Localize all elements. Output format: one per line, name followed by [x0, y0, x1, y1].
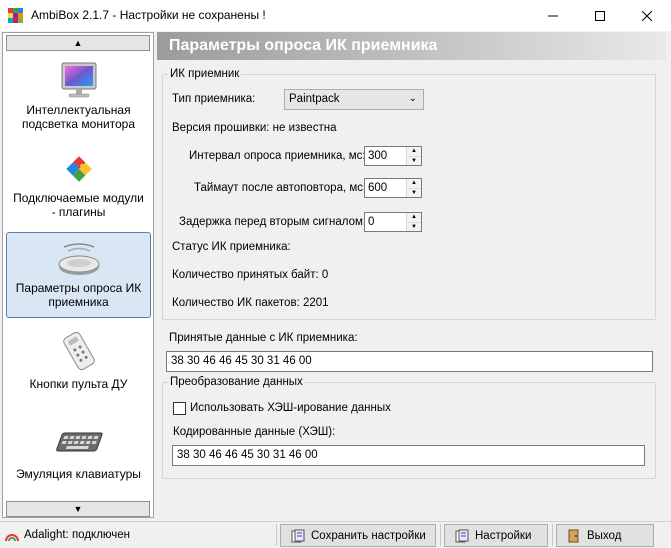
status-separator [440, 524, 441, 546]
save-settings-label: Сохранить настройки [311, 529, 426, 542]
spin-down-icon[interactable]: ▼ [407, 188, 421, 197]
sidebar-item-plugins[interactable]: Подключаемые модули - плагины [6, 143, 151, 229]
ir-receiver-icon [58, 243, 99, 275]
settings-icon [455, 529, 469, 543]
window-title: AmbiBox 2.1.7 - Настройки не сохранены ! [31, 8, 266, 22]
minimize-icon [548, 15, 558, 16]
save-settings-icon [291, 529, 305, 543]
close-icon [642, 10, 652, 21]
spin-up-icon[interactable]: ▲ [407, 179, 421, 188]
second-signal-delay-label: Задержка перед вторым сигналом: [179, 216, 367, 228]
received-data-value: 38 30 46 46 45 30 31 46 00 [171, 355, 312, 367]
data-transform-group-legend: Преобразование данных [170, 376, 303, 388]
sidebar-item-remote-buttons[interactable]: Кнопки пульта ДУ [6, 325, 151, 411]
arrow-down-icon: ▼ [73, 504, 83, 514]
keyboard-icon [55, 432, 103, 452]
page-title: Параметры опроса ИК приемника [169, 37, 438, 54]
encoded-data-field[interactable]: 38 30 46 46 45 30 31 46 00 [172, 445, 645, 466]
receiver-type-label: Тип приемника: [172, 93, 256, 105]
second-signal-delay-value: 0 [368, 216, 375, 228]
sidebar-scroll-down-button[interactable]: ▼ [6, 501, 150, 517]
sidebar-item-label: Параметры опроса ИК приемника [15, 281, 142, 309]
status-text: Adalight: подключен [24, 529, 131, 541]
sidebar-scroll-up-button[interactable]: ▲ [6, 35, 150, 51]
receiver-type-select[interactable]: Paintpack ⌄ [284, 89, 424, 110]
spin-up-icon[interactable]: ▲ [407, 213, 421, 222]
encoded-data-value: 38 30 46 46 45 30 31 46 00 [177, 449, 318, 461]
ir-status-label: Статус ИК приемника: [172, 241, 291, 253]
exit-label: Выход [587, 529, 622, 542]
main-content: ИК приемник Тип приемника: Paintpack ⌄ В… [157, 60, 666, 518]
received-data-label: Принятые данные с ИК приемника: [169, 332, 358, 344]
remote-control-icon [62, 331, 95, 371]
received-data-field[interactable]: 38 30 46 46 45 30 31 46 00 [166, 351, 653, 372]
arrow-up-icon: ▲ [73, 38, 83, 48]
save-settings-button[interactable]: Сохранить настройки [280, 524, 436, 547]
sidebar-item-keyboard-emulation[interactable]: Эмуляция клавиатуры [6, 415, 151, 501]
repeat-timeout-stepper[interactable]: 600 ▲ ▼ [364, 178, 422, 198]
settings-button[interactable]: Настройки [444, 524, 548, 547]
exit-button[interactable]: Выход [556, 524, 654, 547]
poll-interval-stepper[interactable]: 300 ▲ ▼ [364, 146, 422, 166]
title-bar: AmbiBox 2.1.7 - Настройки не сохранены ! [0, 0, 671, 31]
sidebar-item-label: Подключаемые модули - плагины [13, 191, 144, 219]
exit-icon [567, 529, 581, 543]
sidebar-item-label: Кнопки пульта ДУ [29, 377, 128, 391]
spin-down-icon[interactable]: ▼ [407, 222, 421, 231]
ir-receiver-group-legend: ИК приемник [170, 68, 240, 80]
receiver-type-value: Paintpack [289, 93, 340, 105]
minimize-button[interactable] [530, 0, 576, 31]
sidebar-item-label: Эмуляция клавиатуры [16, 467, 141, 481]
poll-interval-value: 300 [368, 150, 388, 162]
bytes-received-label: Количество принятых байт: 0 [172, 269, 329, 281]
spin-down-icon[interactable]: ▼ [407, 156, 421, 165]
status-separator [276, 524, 277, 546]
close-button[interactable] [624, 0, 670, 31]
ir-packets-count-label: Количество ИК пакетов: 2201 [172, 297, 329, 309]
hash-checkbox[interactable] [173, 402, 186, 415]
maximize-button[interactable] [577, 0, 623, 31]
encoded-data-label: Кодированные данные (ХЭШ): [173, 426, 336, 438]
status-bar: Adalight: подключен Сохранить настройки … [0, 521, 671, 548]
chevron-down-icon: ⌄ [408, 93, 417, 104]
poll-interval-label: Интервал опроса приемника, мс: [189, 150, 366, 162]
app-icon [8, 8, 23, 23]
monitor-icon [61, 62, 96, 98]
repeat-timeout-value: 600 [368, 182, 388, 194]
connection-status-icon [5, 534, 19, 542]
status-separator [552, 524, 553, 546]
puzzle-icon [65, 156, 92, 182]
settings-label: Настройки [475, 529, 532, 542]
sidebar-item-label: Интеллектуальная подсветка монитора [21, 103, 136, 131]
sidebar-item-monitor-backlight[interactable]: Интеллектуальная подсветка монитора [6, 55, 151, 141]
maximize-icon [595, 10, 605, 21]
hash-checkbox-label[interactable]: Использовать ХЭШ-ирование данных [190, 402, 391, 414]
sidebar: ▲ Интеллектуальная подсветка монитора По… [2, 32, 154, 518]
second-signal-delay-stepper[interactable]: 0 ▲ ▼ [364, 212, 422, 232]
page-header: Параметры опроса ИК приемника [157, 32, 666, 60]
firmware-version-label: Версия прошивки: не известна [172, 122, 337, 134]
repeat-timeout-label: Таймаут после автоповтора, мс: [194, 182, 367, 194]
sidebar-item-ir-receiver[interactable]: Параметры опроса ИК приемника [6, 232, 151, 318]
spin-up-icon[interactable]: ▲ [407, 147, 421, 156]
